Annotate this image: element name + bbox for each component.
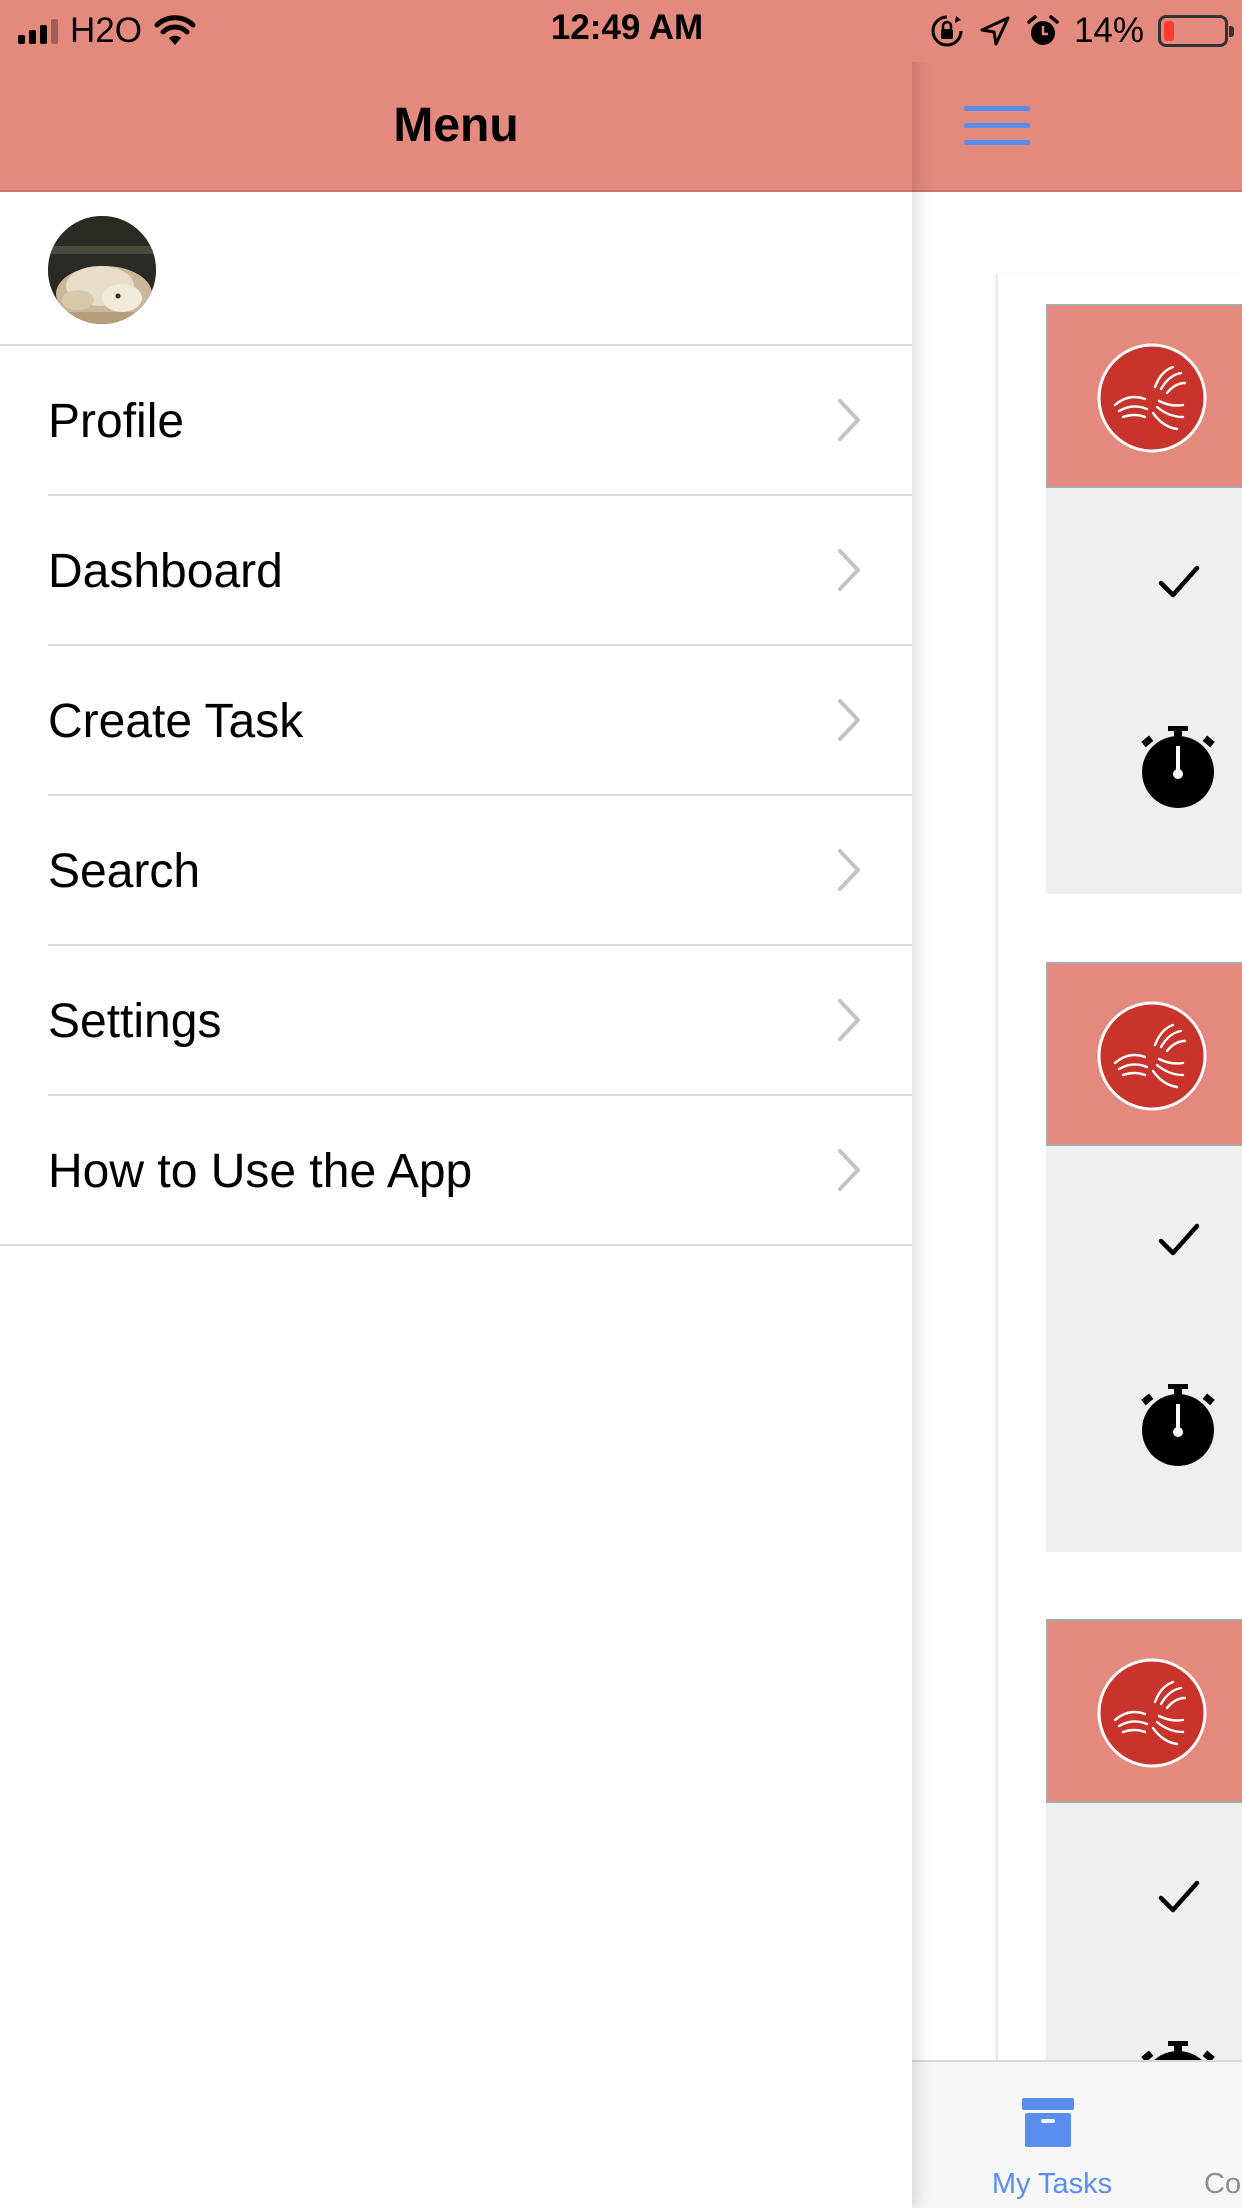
content-header — [912, 62, 1242, 192]
menu-title: Menu — [393, 99, 519, 152]
chevron-right-icon — [838, 549, 860, 591]
task-card-body — [1046, 1146, 1242, 1552]
stopwatch-icon — [1141, 726, 1215, 808]
chevron-right-icon — [838, 999, 860, 1041]
chevron-right-icon — [838, 699, 860, 741]
menu-item-label: Create Task — [48, 695, 304, 748]
menu-header: Menu — [0, 62, 912, 192]
helping-hands-logo — [1097, 1001, 1207, 1111]
location-icon — [980, 16, 1010, 46]
menu-item-settings[interactable]: Settings — [0, 946, 912, 1096]
chevron-right-icon — [838, 849, 860, 891]
battery-icon — [1158, 15, 1234, 47]
tab-my-tasks[interactable]: My Tasks — [954, 2062, 1150, 2208]
archive-box-icon — [1022, 2098, 1074, 2147]
tab-label: My Tasks — [991, 2168, 1113, 2200]
menu-list: Profile Dashboard Create Task Search Set… — [0, 346, 912, 1246]
helping-hands-logo — [1097, 343, 1207, 453]
status-bar: H2O 12:49 AM 14% — [0, 0, 1242, 62]
checkmark-icon — [1158, 565, 1200, 598]
task-card-body — [1046, 488, 1242, 894]
task-list — [996, 274, 1242, 2060]
menu-item-dashboard[interactable]: Dashboard — [0, 496, 912, 646]
alarm-icon — [1027, 15, 1059, 45]
menu-item-label: Profile — [48, 395, 185, 448]
task-content-panel: My Tasks Co — [912, 0, 1242, 2208]
menu-item-label: Dashboard — [48, 545, 283, 598]
stopwatch-icon — [1141, 1384, 1215, 1466]
side-menu: Menu Profile Dashboard Create Task Searc… — [0, 0, 912, 2208]
task-card[interactable] — [1046, 962, 1242, 1552]
menu-item-label: How to Use the App — [48, 1145, 473, 1198]
task-card-header — [1046, 962, 1242, 1146]
checkmark-icon — [1158, 1880, 1200, 1913]
chevron-right-icon — [838, 1149, 860, 1191]
task-card-header — [1046, 304, 1242, 488]
status-bar-right: 14% — [930, 10, 1234, 52]
menu-item-create-task[interactable]: Create Task — [0, 646, 912, 796]
menu-item-search[interactable]: Search — [0, 796, 912, 946]
tab-label: Co — [1204, 2168, 1242, 2200]
menu-item-how-to-use[interactable]: How to Use the App — [0, 1096, 912, 1246]
battery-percentage: 14% — [1073, 11, 1144, 50]
menu-item-profile[interactable]: Profile — [0, 346, 912, 496]
avatar-row — [0, 192, 912, 346]
hamburger-menu-icon[interactable] — [964, 104, 1030, 148]
task-card-header — [1046, 1619, 1242, 1803]
chevron-right-icon — [838, 399, 860, 441]
task-card[interactable] — [1046, 1619, 1242, 2060]
menu-item-label: Search — [48, 845, 201, 898]
task-card[interactable] — [1046, 304, 1242, 894]
task-card-body — [1046, 1803, 1242, 2060]
tab-next[interactable]: Co — [1204, 2062, 1242, 2208]
tab-bar: My Tasks Co — [912, 2060, 1242, 2208]
checkmark-icon — [1158, 1223, 1200, 1256]
avatar[interactable] — [48, 216, 156, 324]
menu-item-label: Settings — [48, 995, 222, 1048]
profile-photo-avatar — [48, 216, 156, 324]
helping-hands-logo — [1097, 1658, 1207, 1768]
orientation-lock-icon — [931, 15, 963, 47]
stopwatch-icon — [1141, 2041, 1215, 2060]
